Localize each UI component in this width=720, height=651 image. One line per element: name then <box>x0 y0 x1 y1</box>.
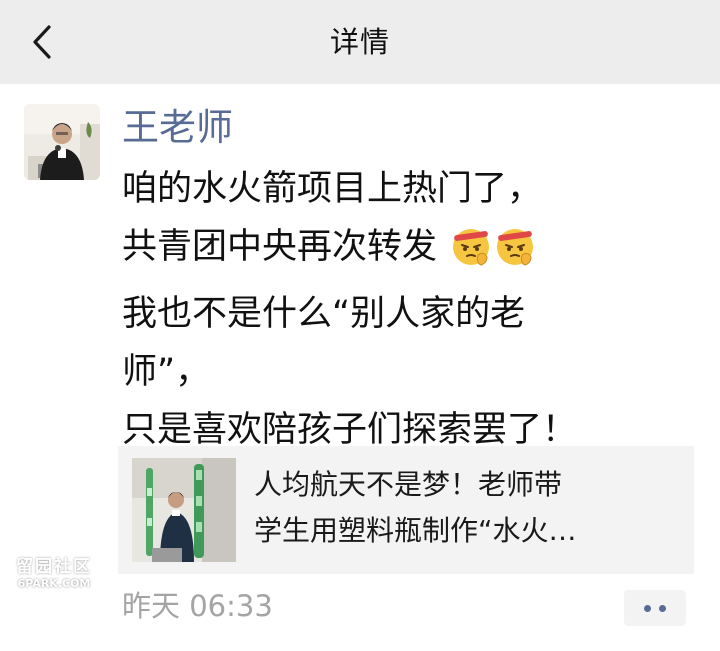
dot-icon <box>644 604 651 612</box>
saluting-face-emoji <box>494 225 536 285</box>
link-thumbnail <box>132 458 236 562</box>
post-line: 我也不是什么“别人家的老 <box>122 294 526 334</box>
more-actions-button[interactable] <box>624 590 686 626</box>
post-timestamp: 昨天 06:33 <box>122 589 273 623</box>
top-nav-bar: 详情 <box>0 0 720 84</box>
shared-link-card[interactable]: 人均航天不是梦！老师带 学生用塑料瓶制作“水火… <box>118 446 694 574</box>
dot-icon <box>659 604 666 612</box>
link-title: 人均航天不是梦！老师带 学生用塑料瓶制作“水火… <box>254 462 684 554</box>
link-title-line: 学生用塑料瓶制作“水火… <box>254 514 577 547</box>
saluting-face-emoji <box>450 225 492 285</box>
post-line: 共青团中央再次转发 <box>122 227 438 267</box>
avatar-photo <box>24 104 100 180</box>
post-line: 咱的水火箭项目上热门了， <box>122 169 543 209</box>
page-title: 详情 <box>329 25 390 59</box>
post-text: 咱的水火箭项目上热门了， 共青团中央再次转发 我也不是什么“别人家的老 师”， … <box>122 160 712 459</box>
author-name[interactable]: 王老师 <box>122 102 233 154</box>
watermark: 留园社区 6PARK.COM <box>8 552 100 590</box>
watermark-domain: 6PARK.COM <box>17 577 91 590</box>
link-title-line: 人均航天不是梦！老师带 <box>254 468 563 501</box>
watermark-glyphs: 留园社区 <box>16 557 92 577</box>
post-line-with-emoji: 共青团中央再次转发 <box>122 218 712 285</box>
author-avatar[interactable] <box>24 104 100 180</box>
post-line: 师”， <box>122 352 211 392</box>
